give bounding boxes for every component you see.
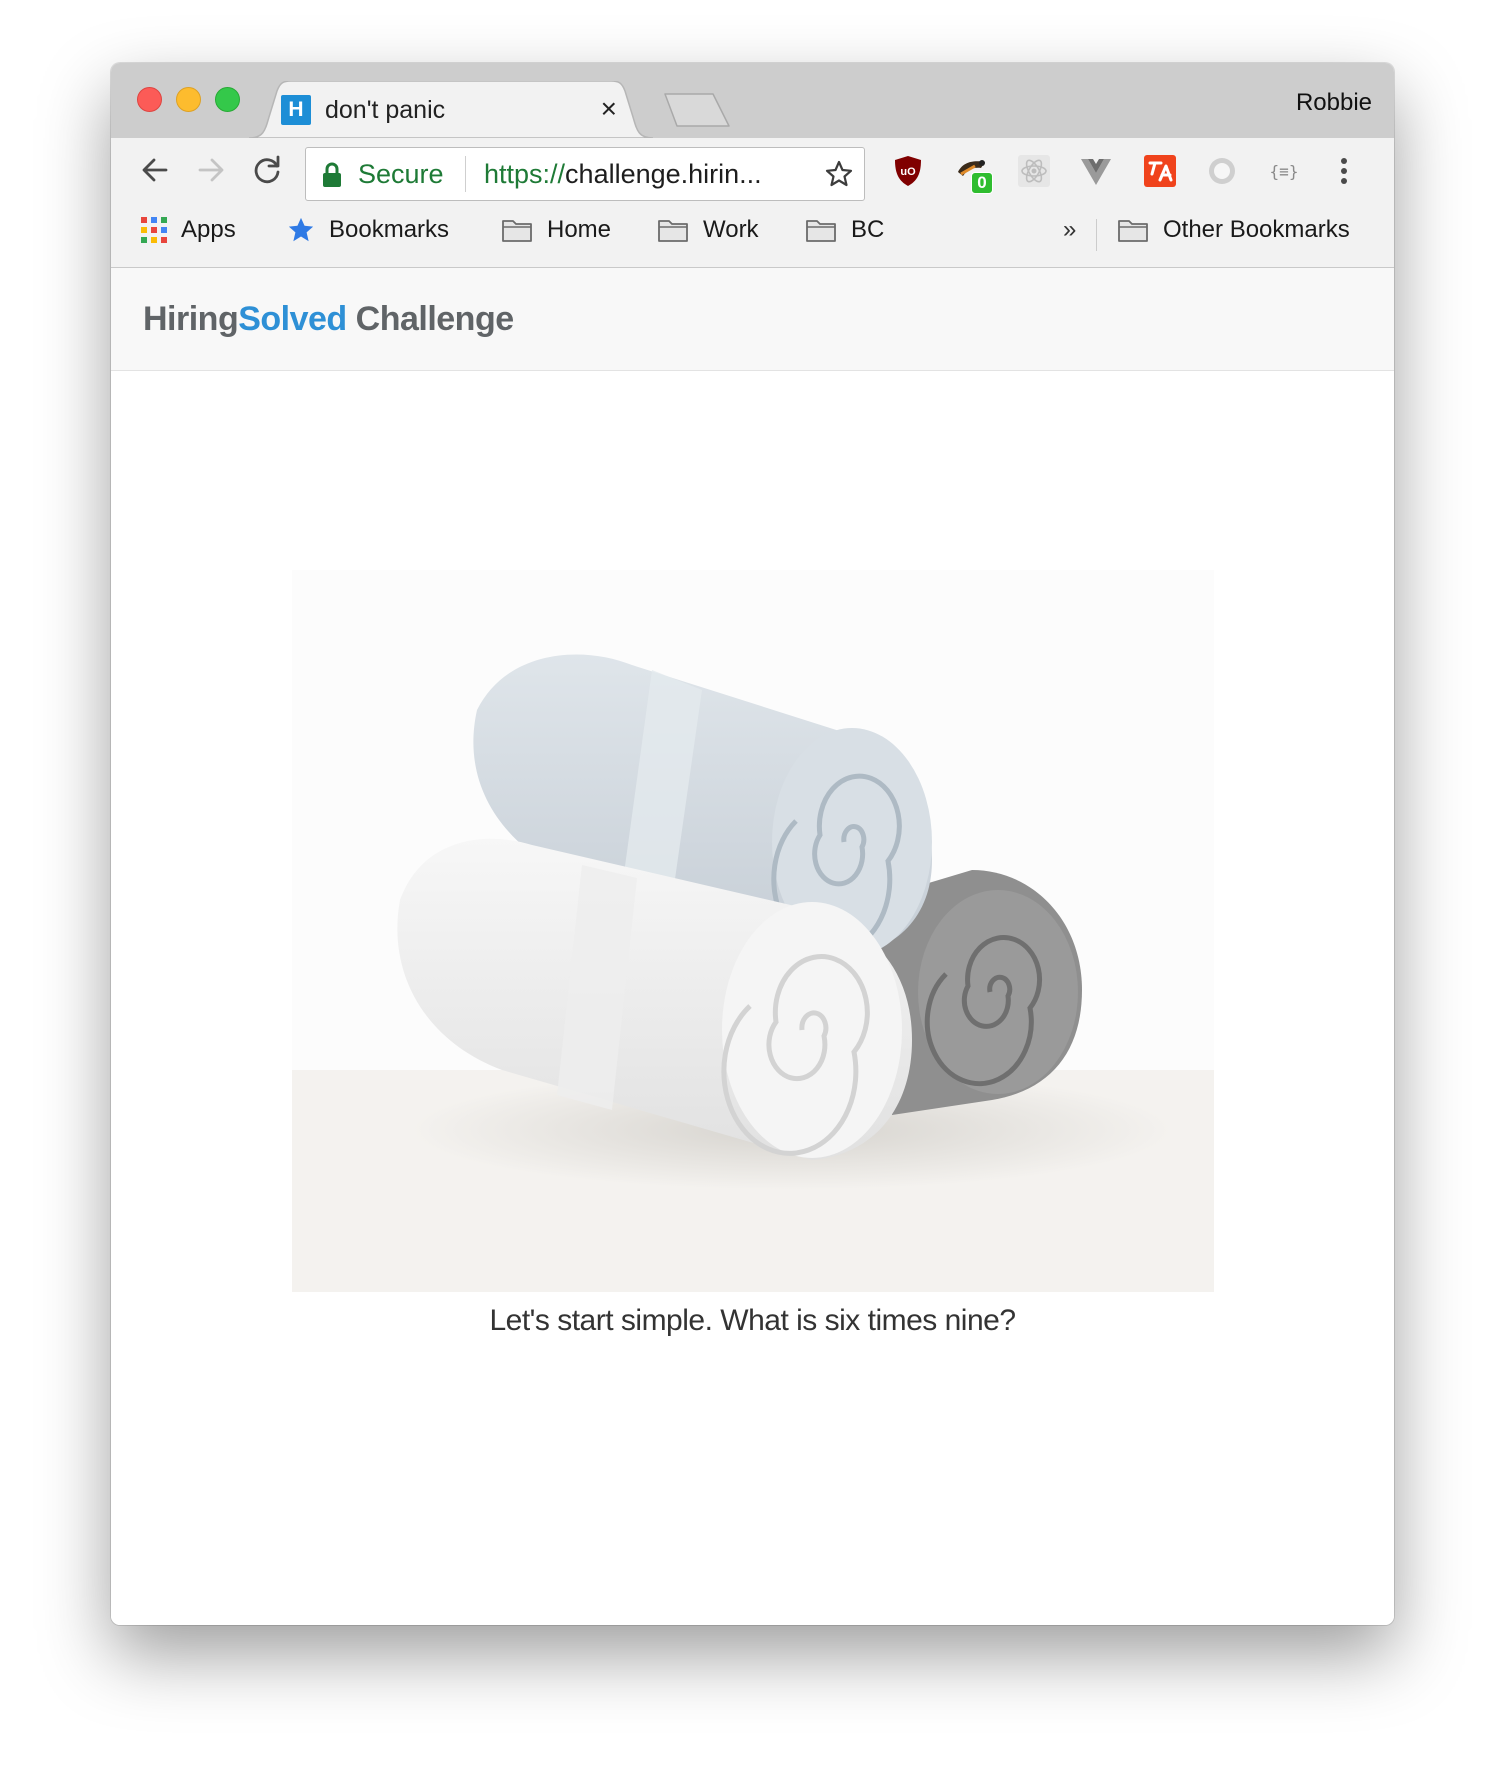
url-text[interactable]: https://challenge.hirin... — [484, 159, 762, 190]
tab-active[interactable]: H don't panic × — [249, 81, 653, 138]
brand-part-challenge: Challenge — [346, 300, 514, 338]
star-icon — [288, 217, 314, 242]
url-host: challenge.hirin... — [565, 159, 762, 189]
react-devtools-icon[interactable] — [1017, 154, 1051, 188]
translate-extension-icon[interactable] — [1143, 154, 1177, 188]
json-viewer-icon[interactable]: {≡} — [1267, 154, 1301, 188]
site-header: HiringSolved Challenge — [111, 268, 1394, 371]
tampermonkey-icon[interactable]: 0 — [955, 154, 993, 194]
vue-devtools-icon[interactable] — [1079, 154, 1113, 188]
folder-icon — [502, 220, 532, 242]
url-scheme: https:// — [484, 159, 566, 189]
bookmark-label: BC — [851, 216, 885, 243]
back-arrow-icon[interactable] — [139, 154, 171, 186]
brand-part-hiring: Hiring — [143, 300, 239, 338]
reload-icon[interactable] — [251, 154, 283, 186]
bookmarks-divider — [1096, 219, 1097, 251]
bookmark-apps[interactable]: Apps — [141, 216, 236, 244]
omnibox-divider — [465, 156, 466, 192]
bookmark-label: Bookmarks — [329, 216, 450, 243]
new-tab-button[interactable] — [663, 92, 733, 130]
minimize-window-button[interactable] — [176, 87, 201, 112]
bookmarks-overflow-chevron[interactable]: » — [1063, 216, 1076, 244]
site-favicon-icon: H — [281, 95, 311, 125]
bookmarks-bar: Apps Bookmarks Home Work BC » Other Book… — [111, 202, 1394, 268]
bookmark-star-icon[interactable] — [824, 159, 854, 189]
maximize-window-button[interactable] — [215, 87, 240, 112]
secure-label: Secure — [358, 159, 444, 189]
challenge-question: Let's start simple. What is six times ni… — [489, 1304, 1016, 1337]
page-content: Let's start simple. What is six times ni… — [111, 371, 1394, 1625]
profile-name[interactable]: Robbie — [1296, 89, 1372, 117]
site-logo[interactable]: HiringSolved Challenge — [143, 300, 514, 339]
folder-icon — [658, 220, 688, 242]
bookmark-other-bookmarks[interactable]: Other Bookmarks — [1117, 216, 1350, 244]
folder-icon — [806, 220, 836, 242]
bookmark-label: Home — [547, 216, 612, 243]
ublock-origin-icon[interactable]: uO — [891, 154, 925, 188]
circle-extension-icon[interactable] — [1205, 154, 1239, 188]
extension-badge: 0 — [971, 172, 993, 194]
apps-grid-icon — [141, 217, 167, 243]
lock-icon — [323, 162, 341, 187]
bookmark-folder-home[interactable]: Home — [501, 216, 611, 244]
bookmark-label: Work — [703, 216, 759, 243]
close-window-button[interactable] — [137, 87, 162, 112]
bookmark-folder-bc[interactable]: BC — [805, 216, 884, 244]
folder-icon — [1118, 220, 1148, 242]
title-bar: H don't panic × Robbie — [111, 63, 1394, 138]
brand-part-solved: Solved — [238, 300, 347, 338]
address-bar[interactable]: Secure https://challenge.hirin... — [305, 147, 865, 201]
forward-arrow-icon[interactable] — [195, 154, 227, 186]
bookmark-bookmarks[interactable]: Bookmarks — [287, 216, 449, 244]
tab-close-button[interactable]: × — [601, 95, 617, 123]
towels-image — [292, 570, 1214, 1292]
bookmark-folder-work[interactable]: Work — [657, 216, 759, 244]
menu-kebab-icon[interactable] — [1327, 154, 1361, 188]
window-controls — [137, 87, 240, 112]
browser-window: H don't panic × Robbie Secure https://ch… — [111, 63, 1394, 1625]
svg-text:uO: uO — [900, 166, 916, 178]
browser-toolbar: Secure https://challenge.hirin... uO 0 {… — [111, 138, 1394, 202]
tab-title: don't panic — [325, 96, 446, 124]
bookmark-label: Other Bookmarks — [1163, 216, 1350, 243]
bookmark-label: Apps — [181, 216, 236, 243]
